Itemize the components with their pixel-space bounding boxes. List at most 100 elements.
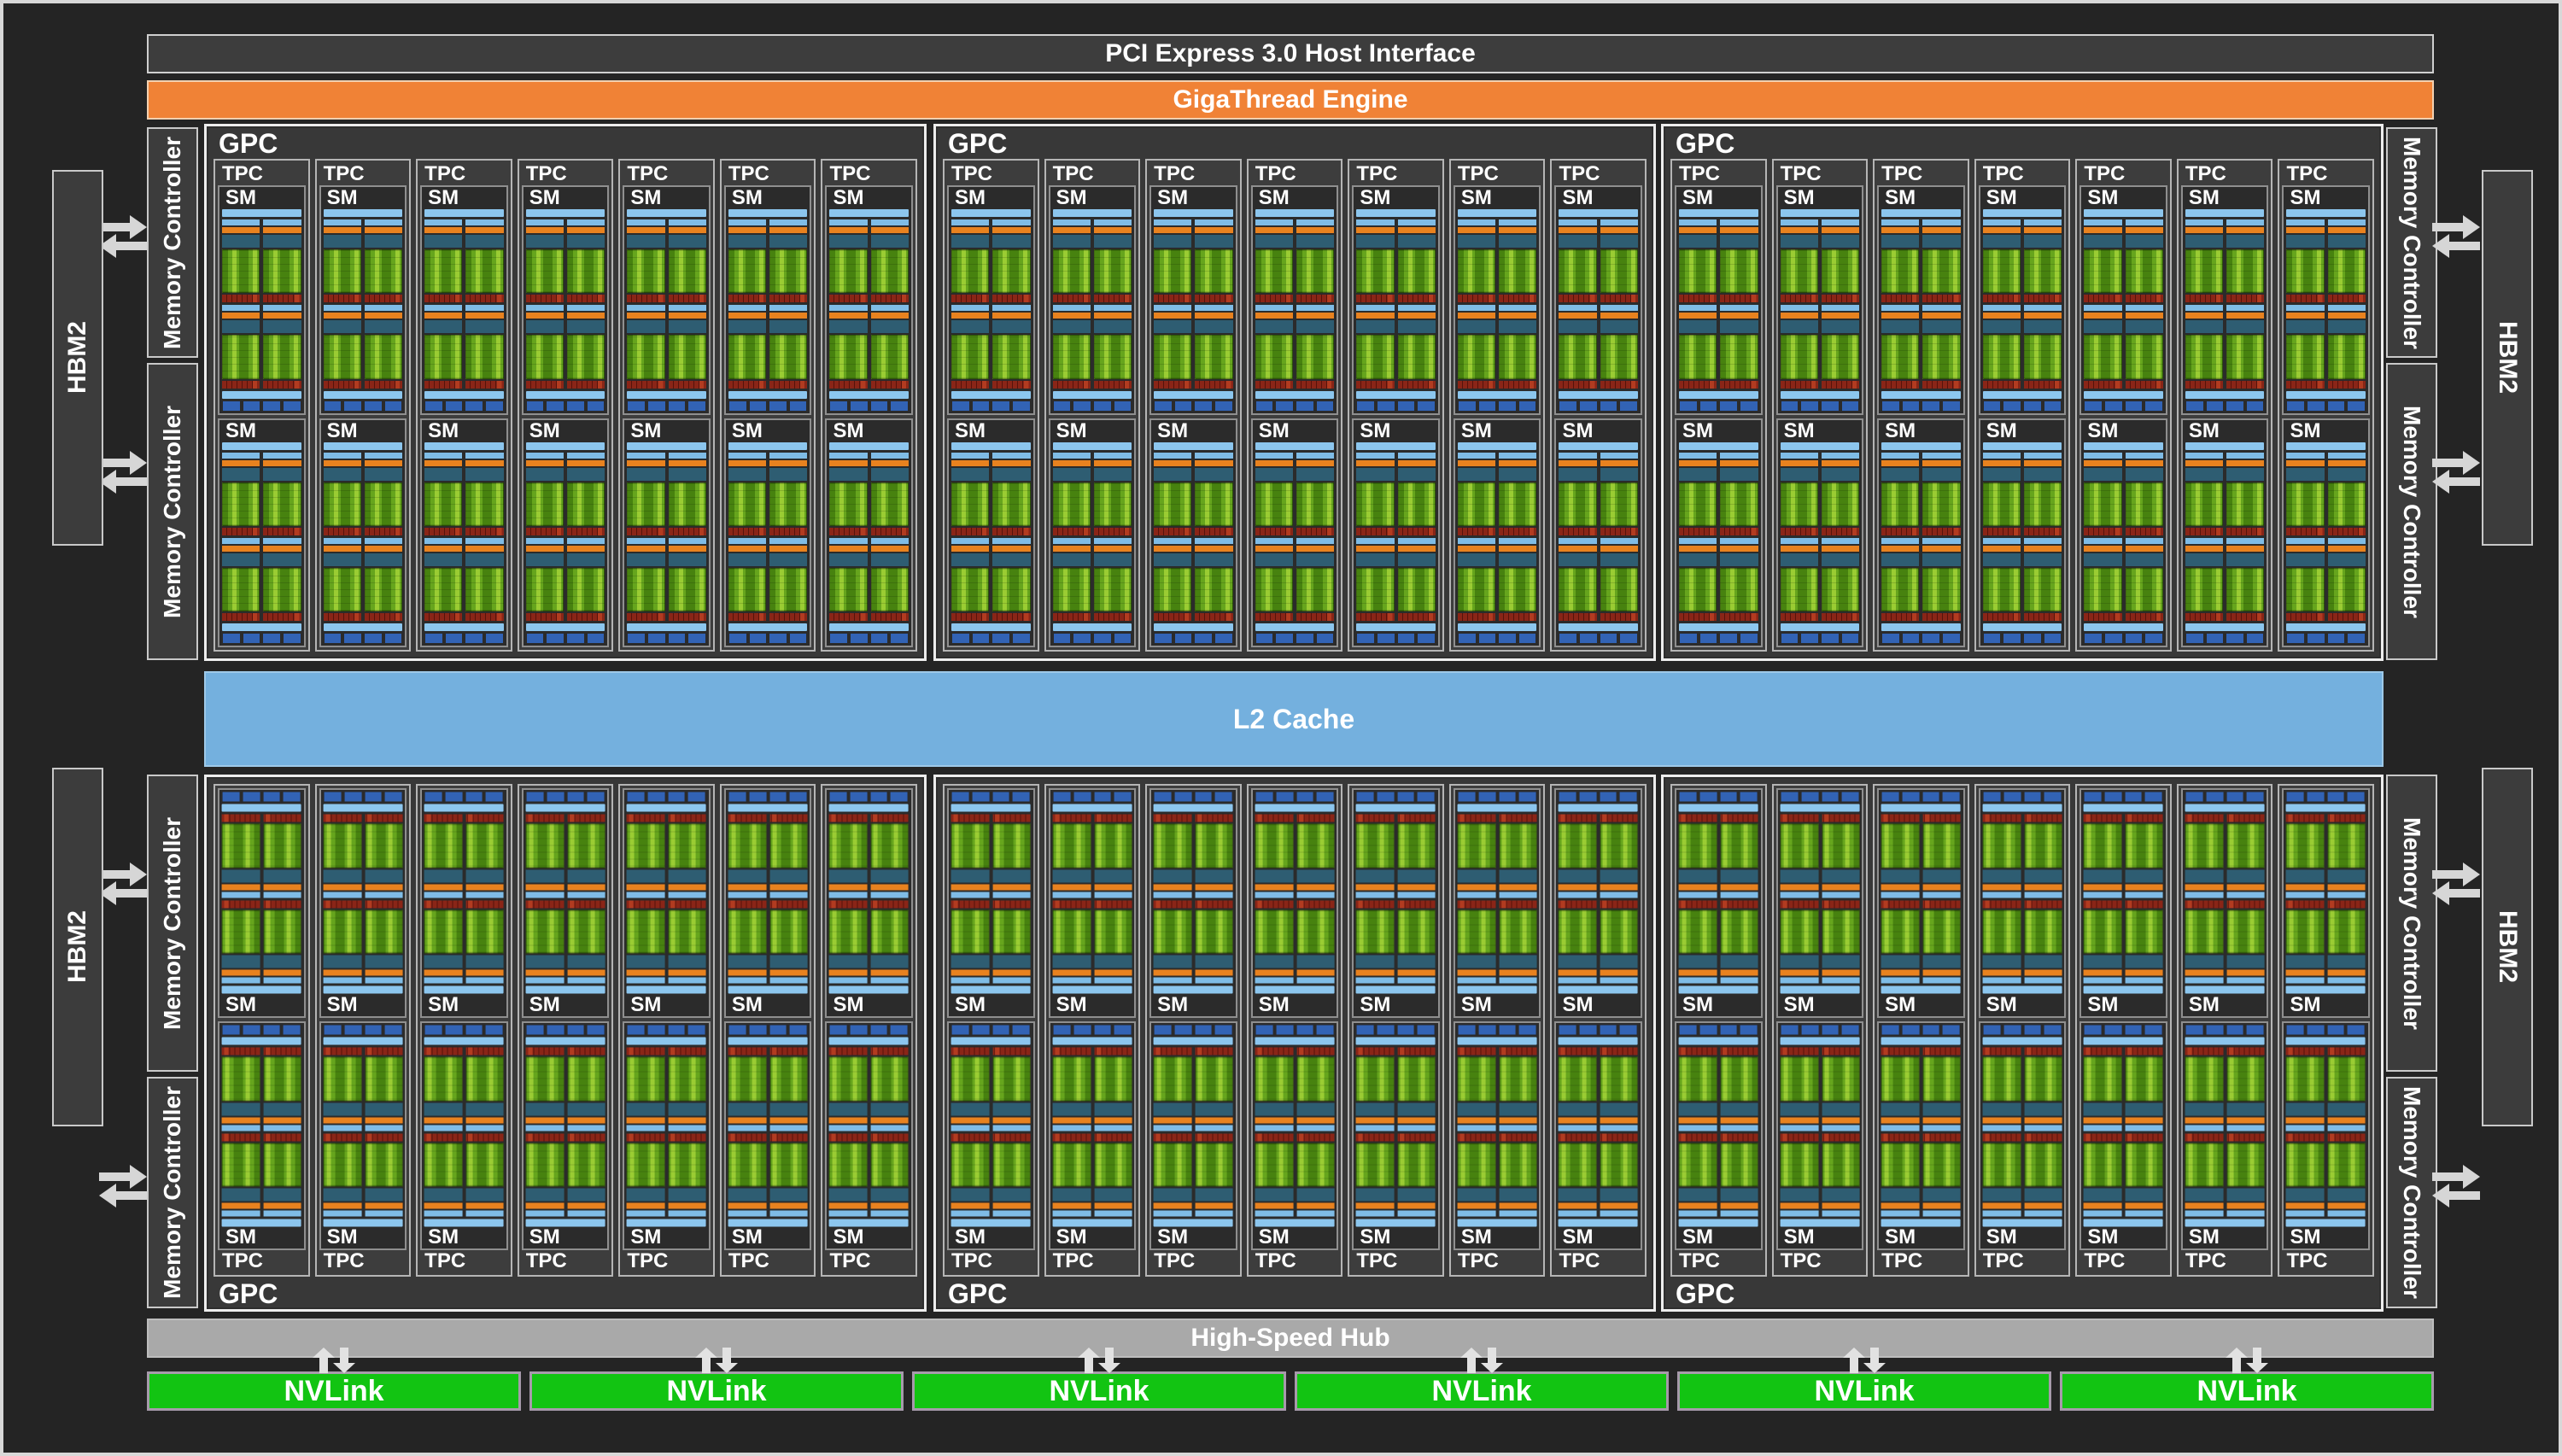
l0-cache-bar [424, 978, 462, 984]
register-file-band [992, 553, 1030, 566]
l1-instruction-cache-bar [2185, 986, 2265, 994]
processing-block-row [1154, 453, 1233, 535]
tensor-core-row [1822, 613, 1859, 621]
processing-block [2024, 815, 2062, 898]
cuda-core-grid [627, 482, 664, 526]
tensor-core-row [2286, 1133, 2324, 1141]
register-file-band [567, 320, 605, 333]
l0-cache-bar [871, 219, 909, 225]
processing-block-row [1458, 453, 1537, 535]
register-file-band [1679, 1102, 1717, 1115]
texture-unit-segment [1054, 1026, 1071, 1035]
cuda-core-grid [465, 824, 503, 868]
texture-unit-segment [790, 1026, 807, 1035]
l0-cache-bar [1881, 978, 1919, 984]
tensor-core-row [2328, 1133, 2366, 1141]
tensor-core-row [829, 815, 867, 822]
tensor-core-row [1600, 900, 1638, 908]
sm-internals [1050, 790, 1135, 994]
processing-block [1679, 538, 1717, 621]
cuda-core-grid [1781, 824, 1818, 868]
cuda-core-grid [465, 909, 503, 953]
register-file-band [1720, 320, 1758, 333]
tensor-core-row [1499, 613, 1536, 621]
texture-unit-segment [2085, 1026, 2102, 1035]
warp-scheduler-bar [829, 1117, 867, 1123]
tensor-core-row [567, 381, 605, 389]
processing-block [769, 815, 807, 898]
gpc-box: GPCTPCSMSMTPCSMSMTPCSMSMTPCSMSMTPCSMSMTP… [1661, 775, 2384, 1312]
processing-block [1822, 305, 1859, 388]
l1-instruction-cache-bar [1781, 442, 1860, 450]
texture-unit-segment [952, 792, 969, 802]
l0-cache-bar [1822, 219, 1859, 225]
l0-cache-bar [627, 892, 664, 898]
tensor-core-row [263, 1133, 301, 1141]
texture-unit-segment [891, 792, 908, 802]
memory-controller-label: Memory Controller [2398, 817, 2425, 1030]
register-file-band [1679, 956, 1717, 968]
processing-block [1881, 219, 1919, 302]
cuda-core-grid [2185, 1143, 2223, 1186]
l0-cache-bar [1458, 1125, 1495, 1131]
warp-scheduler-bar [829, 884, 867, 890]
tensor-core-row [567, 528, 605, 535]
l1-instruction-cache-bar [1559, 209, 1638, 217]
l0-cache-bar [769, 978, 807, 984]
warp-scheduler-bar [871, 460, 909, 466]
tensor-core-row [365, 1133, 402, 1141]
sm-label: SM [1556, 994, 1641, 1016]
sm-internals [949, 442, 1033, 646]
l0-cache-bar [669, 978, 706, 984]
register-file-band [1296, 1102, 1334, 1115]
processing-block [1356, 219, 1394, 302]
tensor-core-row [2084, 1048, 2121, 1055]
processing-block-row [2084, 219, 2163, 302]
texture-unit-segment [2308, 792, 2325, 802]
texture-unit-segment [1479, 792, 1496, 802]
processing-block-row [1559, 900, 1638, 983]
processing-block [1983, 305, 2021, 388]
tensor-core-row [829, 1048, 867, 1055]
cuda-core-grid [1720, 1057, 1758, 1101]
texture-unit-segment [1519, 634, 1536, 643]
warp-scheduler-bar [769, 1202, 807, 1208]
shared-memory-bar [1983, 1038, 2062, 1045]
l0-cache-bar [365, 892, 402, 898]
sm-label: SM [1050, 1226, 1135, 1248]
register-file-band [669, 553, 706, 566]
cuda-core-grid [1094, 1143, 1132, 1186]
warp-scheduler-bar [526, 313, 564, 319]
l1-instruction-cache-bar [2286, 1219, 2366, 1226]
register-file-band [1255, 320, 1293, 333]
shared-memory-bar [2084, 623, 2163, 631]
l0-cache-bar [1195, 453, 1232, 459]
register-file-band [324, 956, 361, 968]
processing-block-row [1679, 900, 1758, 983]
texture-unit-row [1679, 1026, 1758, 1035]
cuda-core-grid [1499, 482, 1536, 526]
warp-scheduler-bar [669, 227, 706, 233]
l1-instruction-cache-bar [424, 209, 504, 217]
cuda-core-grid [465, 482, 503, 526]
l1-instruction-cache-bar [627, 1219, 706, 1226]
texture-unit-segment [385, 1026, 402, 1035]
cuda-core-grid [1458, 1057, 1495, 1101]
shared-memory-bar [424, 391, 504, 399]
warp-scheduler-bar [365, 970, 402, 976]
cuda-core-grid [1679, 568, 1717, 611]
cuda-core-grid [2024, 824, 2062, 868]
register-file-band [871, 553, 909, 566]
texture-unit-segment [1195, 634, 1212, 643]
texture-unit-row [2084, 401, 2163, 411]
l0-cache-bar [1781, 453, 1818, 459]
texture-unit-segment [1398, 1026, 1415, 1035]
warp-scheduler-bar [2126, 1202, 2163, 1208]
cuda-core-grid [1154, 824, 1191, 868]
tensor-core-row [1679, 613, 1717, 621]
l0-cache-bar [2286, 453, 2324, 459]
l1-instruction-cache-bar [1679, 209, 1758, 217]
tensor-core-row [627, 295, 664, 302]
processing-block [2084, 1048, 2121, 1131]
warp-scheduler-bar [1356, 884, 1394, 890]
